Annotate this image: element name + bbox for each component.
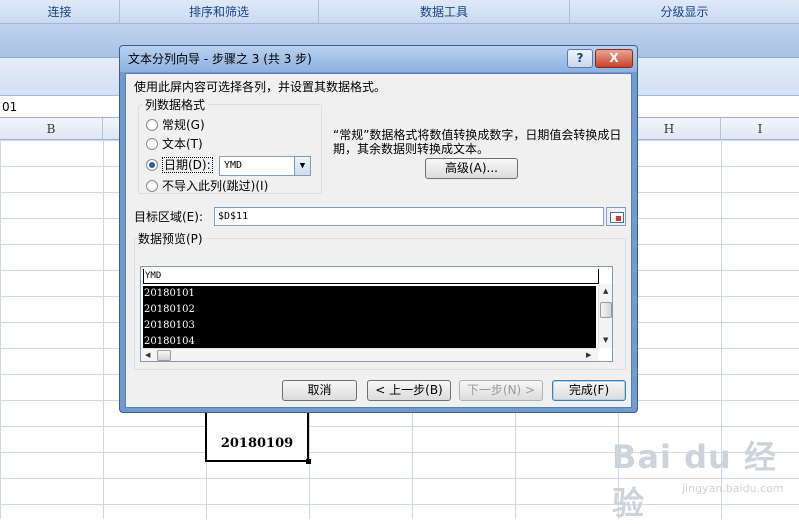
column-format-legend: 列数据格式: [142, 96, 209, 113]
target-range-label: 目标区域(E):: [134, 210, 203, 224]
cancel-button[interactable]: 取消: [282, 380, 357, 401]
radio-label: 文本(T): [162, 137, 203, 151]
radio-button-icon[interactable]: [146, 138, 158, 150]
text-to-columns-dialog: 文本分列向导 - 步骤之 3 (共 3 步) ? X 使用此屏内容可选择各列，并…: [119, 45, 638, 413]
data-preview-legend: 数据预览(P): [138, 230, 206, 247]
radio-skip[interactable]: 不导入此列(跳过)(I): [146, 177, 268, 195]
scroll-down-icon[interactable]: ▼: [603, 336, 608, 344]
preview-horizontal-scrollbar[interactable]: ◀ ▶: [141, 348, 598, 361]
dialog-title: 文本分列向导 - 步骤之 3 (共 3 步): [128, 52, 312, 66]
cell-value[interactable]: 20180109: [207, 436, 307, 451]
radio-date[interactable]: 日期(D):: [146, 156, 213, 174]
preview-column-header[interactable]: YMD: [143, 269, 599, 284]
ribbon-group-outline[interactable]: 分级显示: [570, 0, 799, 24]
preview-row: 20180102: [144, 304, 195, 315]
watermark-url: jingyan.baidu.com: [682, 482, 784, 495]
preview-row: 20180101: [144, 288, 195, 299]
data-preview-pane[interactable]: YMD 20180101 20180102 20180103 20180104 …: [140, 266, 613, 362]
scroll-right-icon[interactable]: ▶: [586, 351, 591, 359]
preview-row: 20180103: [144, 320, 195, 331]
format-info-text: “常规”数据格式将数值转换成数字，日期值会转换成日期，其余数据则转换成文本。: [333, 128, 622, 156]
chevron-down-icon[interactable]: ▼: [294, 157, 310, 175]
radio-button-selected-icon[interactable]: [146, 159, 158, 171]
help-button[interactable]: ?: [567, 49, 593, 68]
radio-button-icon[interactable]: [146, 180, 158, 192]
scroll-up-icon[interactable]: ▲: [603, 287, 608, 295]
watermark-logo: Bai du 经验: [612, 438, 777, 522]
ribbon-group-data-tools[interactable]: 数据工具: [319, 0, 570, 24]
fill-handle[interactable]: [306, 459, 311, 464]
dialog-body: 使用此屏内容可选择各列，并设置其数据格式。 列数据格式 常规(G) 文本(T) …: [125, 73, 632, 408]
target-range-input[interactable]: $D$11: [214, 207, 604, 226]
dialog-titlebar[interactable]: 文本分列向导 - 步骤之 3 (共 3 步) ? X: [120, 46, 637, 72]
radio-label: 不导入此列(跳过)(I): [162, 179, 269, 193]
date-format-value: YMD: [224, 160, 243, 171]
radio-text[interactable]: 文本(T): [146, 135, 203, 153]
dialog-description: 使用此屏内容可选择各列，并设置其数据格式。: [134, 80, 387, 94]
ribbon-group-connections[interactable]: 连接: [0, 0, 120, 24]
date-format-select[interactable]: YMD ▼: [219, 156, 311, 176]
back-button[interactable]: < 上一步(B): [367, 380, 451, 401]
radio-button-icon[interactable]: [146, 119, 158, 131]
close-button[interactable]: X: [595, 49, 633, 68]
ribbon-group-bar: 连接 排序和筛选 数据工具 分级显示: [0, 0, 799, 24]
preview-selected-column[interactable]: 20180101 20180102 20180103 20180104: [143, 286, 596, 348]
ribbon-group-sort-filter[interactable]: 排序和筛选: [120, 0, 319, 24]
next-button[interactable]: 下一步(N) >: [459, 380, 543, 401]
column-header-b[interactable]: B: [0, 118, 103, 140]
finish-button[interactable]: 完成(F): [552, 380, 626, 401]
advanced-button[interactable]: 高级(A)...: [425, 158, 518, 179]
scroll-left-icon[interactable]: ◀: [145, 351, 150, 359]
radio-label: 常规(G): [162, 118, 205, 132]
scroll-thumb[interactable]: [600, 302, 612, 318]
radio-general[interactable]: 常规(G): [146, 116, 205, 134]
column-header-i[interactable]: I: [721, 118, 799, 140]
scroll-thumb[interactable]: [157, 350, 171, 361]
radio-label: 日期(D):: [162, 157, 213, 173]
name-box[interactable]: 01: [0, 96, 17, 118]
baidu-watermark: Bai du 经验 jingyan.baidu.com: [612, 432, 792, 522]
range-picker-icon[interactable]: [606, 207, 626, 226]
preview-vertical-scrollbar[interactable]: ▲ ▼: [598, 284, 612, 348]
